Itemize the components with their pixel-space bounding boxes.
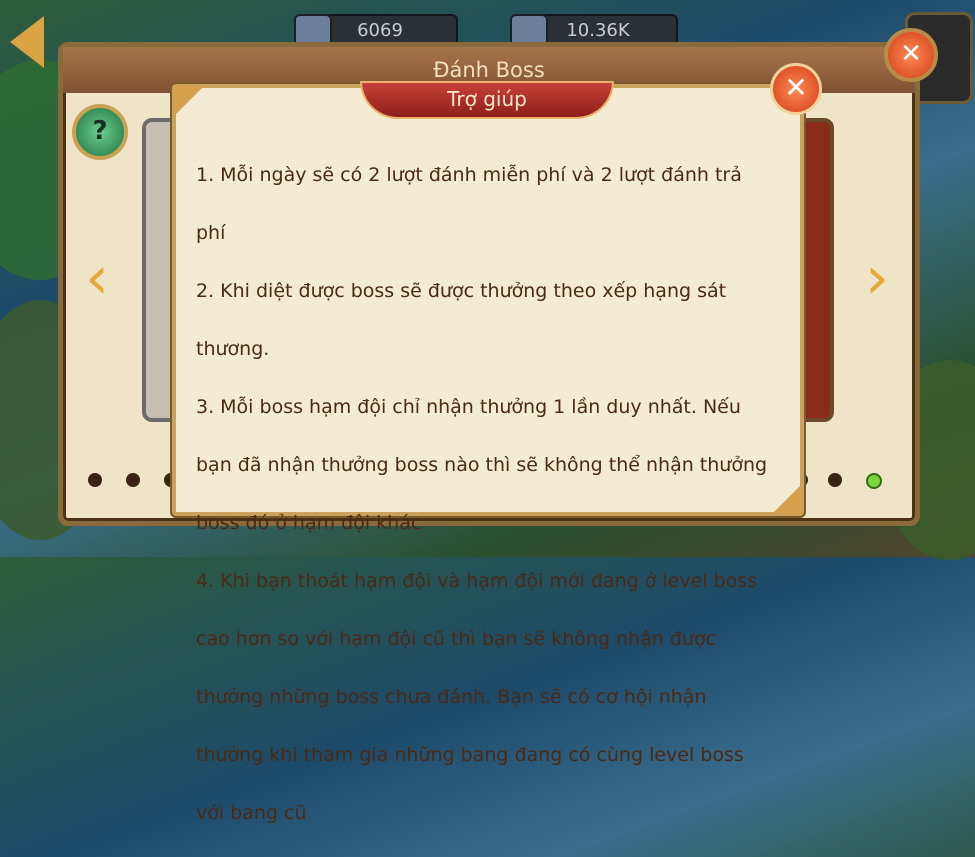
close-icon: ✕ xyxy=(784,71,808,104)
back-arrow-icon[interactable] xyxy=(10,16,44,68)
close-icon: ✕ xyxy=(900,39,922,69)
help-line: cao hơn so với hạm đội cũ thì bạn sẽ khô… xyxy=(196,628,717,650)
help-line: thương. xyxy=(196,338,270,360)
chevron-right-icon[interactable]: › xyxy=(860,248,894,308)
page-dot-active[interactable] xyxy=(866,473,882,489)
help-line: thưởng khi tham gia những bang đang có c… xyxy=(196,744,744,766)
page-dot[interactable] xyxy=(828,473,842,487)
dialog-corner xyxy=(174,86,204,116)
help-line: phí xyxy=(196,222,226,244)
help-text: 1. Mỗi ngày sẽ có 2 lượt đánh miễn phí v… xyxy=(196,132,782,857)
chevron-left-icon[interactable]: ‹ xyxy=(80,248,114,308)
help-line: bạn đã nhận thưởng boss nào thì sẽ không… xyxy=(196,454,768,476)
help-line: thưởng những boss chưa đánh. Bạn sẽ có c… xyxy=(196,686,707,708)
help-icon: ? xyxy=(92,116,108,146)
help-line: với bang cũ xyxy=(196,802,307,824)
help-dialog-close-button[interactable]: ✕ xyxy=(770,63,822,115)
help-button[interactable]: ? xyxy=(72,104,128,160)
help-line: 1. Mỗi ngày sẽ có 2 lượt đánh miễn phí v… xyxy=(196,164,742,186)
help-line: 2. Khi diệt được boss sẽ được thưởng the… xyxy=(196,280,727,302)
page-dot[interactable] xyxy=(126,473,140,487)
page-dot[interactable] xyxy=(88,473,102,487)
help-dialog-title: Trợ giúp xyxy=(360,81,614,119)
boss-panel-close-button[interactable]: ✕ xyxy=(884,28,938,82)
resource-counter-1-value: 6069 xyxy=(357,20,403,41)
help-line: boss đó ở hạm đội khác xyxy=(196,512,422,534)
help-line: 4. Khi bạn thoát hạm đội và hạm đội mới … xyxy=(196,570,758,592)
resource-counter-2-value: 10.36K xyxy=(566,20,630,41)
help-line: 3. Mỗi boss hạm đội chỉ nhận thưởng 1 lầ… xyxy=(196,396,741,418)
